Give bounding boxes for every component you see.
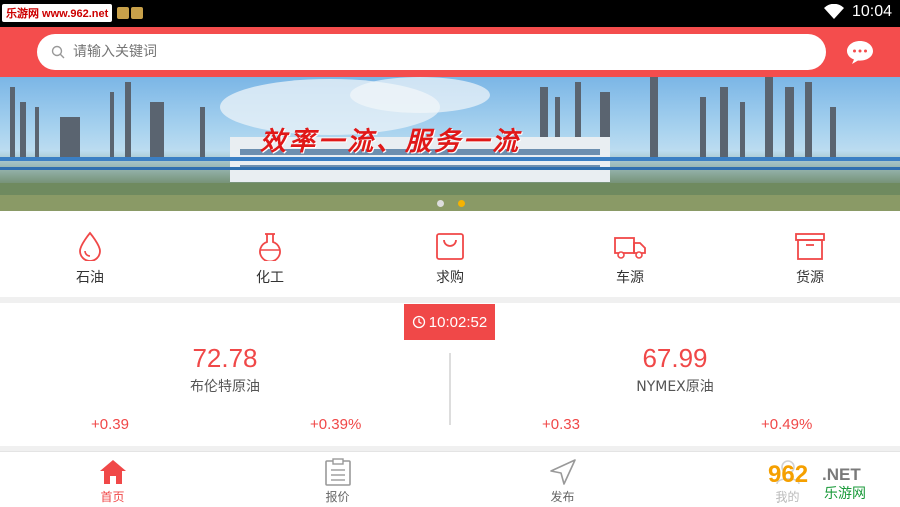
- search-box[interactable]: [37, 34, 826, 70]
- search-input[interactable]: [73, 44, 773, 60]
- carousel-dot[interactable]: [437, 200, 444, 207]
- truck-icon: [614, 237, 646, 259]
- watermark-number: 962: [768, 461, 808, 488]
- status-right: 10:04: [823, 3, 892, 21]
- carousel-dots: [437, 200, 465, 207]
- notification-icon: [117, 7, 144, 19]
- quote-change: +0.39: [91, 416, 129, 433]
- watermark-badge: 乐游网 www.962.net: [2, 4, 113, 22]
- status-bar: 乐游网 www.962.net 10:04: [0, 0, 900, 27]
- tab-publish[interactable]: 发布: [450, 452, 675, 507]
- watermark-logo-graphic: 962 .NET 乐游网: [762, 458, 894, 502]
- tab-quotes[interactable]: 报价: [225, 452, 450, 507]
- watermark-text: 乐游网: [824, 486, 866, 502]
- home-icon: [99, 460, 126, 484]
- market-time-badge: 10:02:52: [404, 304, 495, 340]
- category-label: 求购: [436, 270, 464, 286]
- category-label: 货源: [796, 270, 824, 286]
- site-watermark-logo: 962 .NET 乐游网: [762, 458, 894, 502]
- quote-brent[interactable]: 72.78 布伦特原油: [0, 343, 450, 396]
- status-left: 乐游网 www.962.net: [2, 3, 144, 23]
- category-label: 车源: [616, 270, 644, 286]
- quote-change-percent: +0.49%: [761, 416, 813, 433]
- category-cargo[interactable]: 货源: [720, 211, 900, 297]
- quote-change: +0.33: [542, 416, 580, 433]
- watermark-suffix: .NET: [822, 465, 861, 484]
- category-purchase[interactable]: 求购: [360, 211, 540, 297]
- search-header: [0, 27, 900, 77]
- cargo-box-icon: [795, 233, 825, 260]
- category-row: 石油 化工 求购 车源 货源: [0, 211, 900, 297]
- status-time: 10:04: [851, 3, 892, 20]
- flask-icon: [259, 233, 281, 261]
- market-quotes-panel: 10:02:52 72.78 布伦特原油 +0.39 +0.39% 67.99 …: [0, 303, 900, 446]
- category-oil[interactable]: 石油: [0, 211, 180, 297]
- clock-icon: [412, 315, 425, 329]
- quote-price: 67.99: [642, 343, 708, 373]
- quote-name: NYMEX原油: [636, 379, 714, 395]
- chat-icon[interactable]: [845, 38, 875, 66]
- search-icon: [51, 45, 65, 59]
- banner-slogan: 效率一流、服务一流: [260, 127, 522, 157]
- category-label: 化工: [256, 270, 284, 286]
- carousel-dot-active[interactable]: [458, 200, 465, 207]
- market-time: 10:02:52: [428, 313, 488, 331]
- quote-change-percent: +0.39%: [310, 416, 362, 433]
- shopping-bag-icon: [436, 233, 464, 260]
- quote-nymex[interactable]: 67.99 NYMEX原油: [450, 343, 900, 396]
- tab-label: 首页: [100, 490, 125, 504]
- tab-home[interactable]: 首页: [0, 452, 225, 507]
- category-label: 石油: [76, 270, 104, 286]
- category-vehicle[interactable]: 车源: [540, 211, 720, 297]
- wifi-icon: [823, 4, 844, 19]
- quote-name: 布伦特原油: [190, 379, 260, 395]
- clipboard-icon: [324, 458, 351, 486]
- tab-label: 发布: [550, 490, 575, 504]
- banner-carousel[interactable]: 效率一流、服务一流: [0, 77, 900, 211]
- tab-label: 报价: [325, 490, 350, 504]
- send-icon: [549, 459, 576, 485]
- oil-drop-icon: [79, 231, 101, 261]
- quote-price: 72.78: [192, 343, 258, 373]
- category-chemical[interactable]: 化工: [180, 211, 360, 297]
